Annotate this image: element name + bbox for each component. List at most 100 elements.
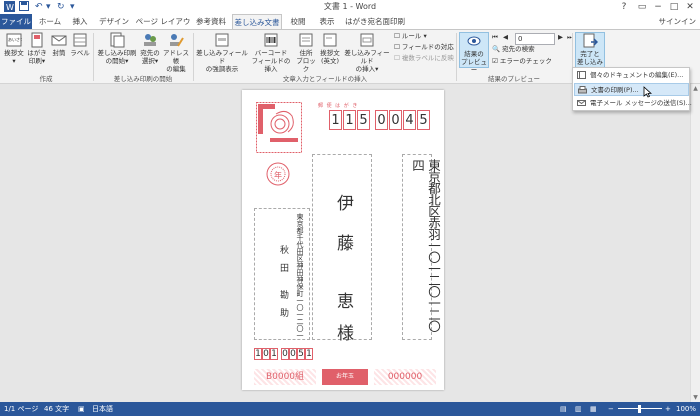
- update-labels-button: ☐ 複数ラベルに反映: [394, 54, 454, 62]
- sender-field[interactable]: 東京都千代田区神田神保町一〇一二〇一 秋 田 勘 助: [254, 208, 310, 340]
- label-icon: [73, 33, 87, 47]
- web-layout-icon[interactable]: ▦: [590, 402, 597, 416]
- group-label-create: 作成: [39, 75, 53, 83]
- sender-name: 秋 田 勘 助: [278, 245, 288, 317]
- svg-text:あいさつ: あいさつ: [8, 36, 22, 42]
- recipient-name-char: 藤: [337, 234, 354, 254]
- close-button[interactable]: ✕: [680, 0, 700, 14]
- insert-merge-field-button[interactable]: 差し込みフィールド の挿入▾: [342, 32, 392, 73]
- record-number-input[interactable]: 0: [515, 33, 555, 45]
- lottery-serial-number: 000000: [374, 369, 436, 385]
- scroll-up-icon[interactable]: ▲: [692, 85, 699, 92]
- group-separator: [456, 33, 457, 81]
- zoom-level[interactable]: 100%: [676, 402, 696, 416]
- greeting-button[interactable]: あいさつ 挨拶文▾: [3, 32, 25, 65]
- sender-postal-digit: 1: [270, 348, 278, 360]
- tab-references[interactable]: 参考資料: [193, 14, 229, 29]
- check-errors-button[interactable]: ☑ エラーのチェック: [492, 57, 552, 66]
- postal-digit: 1: [343, 110, 356, 130]
- update-labels-icon: ☐: [394, 54, 400, 62]
- zoom-slider-thumb[interactable]: [638, 405, 641, 413]
- preview-icon: [467, 36, 481, 46]
- mouse-cursor-icon: [643, 86, 652, 98]
- postal-digit: 5: [357, 110, 370, 130]
- recipient-name-char: 伊: [337, 194, 354, 214]
- recipients-icon: [144, 34, 156, 46]
- scroll-down-icon[interactable]: ▼: [692, 394, 699, 401]
- vertical-scrollbar[interactable]: ▲ ▼: [690, 84, 700, 402]
- menu-send-email[interactable]: 電子メール メッセージの送信(S)...: [574, 97, 692, 110]
- tab-insert[interactable]: 挿入: [67, 14, 93, 29]
- tab-review[interactable]: 校閲: [285, 14, 311, 29]
- word-count[interactable]: 46 文字: [44, 402, 69, 416]
- finish-merge-button[interactable]: 完了と差し込み▾: [575, 32, 605, 74]
- tab-file[interactable]: ファイル: [0, 14, 32, 29]
- greeting-icon: あいさつ: [6, 33, 22, 47]
- sender-postal-digit: 0: [262, 348, 270, 360]
- ribbon-tabs: ファイル ホーム 挿入 デザイン ページ レイアウト 参考資料 差し込み文書 校…: [0, 14, 700, 41]
- menu-edit-individual-documents[interactable]: 個々のドキュメントの編集(E)...: [574, 69, 689, 82]
- greeting-line-icon: [323, 33, 337, 47]
- tab-postcard-print[interactable]: はがき宛名面印刷: [344, 14, 406, 29]
- sign-in-link[interactable]: サインイン: [659, 14, 697, 29]
- email-icon: [577, 100, 586, 106]
- edit-documents-icon: [577, 71, 586, 79]
- postal-digit: 1: [329, 110, 342, 130]
- barcode-icon: [264, 33, 278, 47]
- preview-results-button[interactable]: 結果の プレビュー: [459, 32, 489, 74]
- sender-address: 東京都千代田区神田神保町一〇一二〇一: [296, 213, 304, 339]
- title-bar: W ↶ ▾ ↻ ▾ 文書 1 - Word ? ▭ − □ ✕: [0, 0, 700, 14]
- print-layout-icon[interactable]: ▥: [575, 402, 582, 416]
- sender-postal-digit: 1: [254, 348, 262, 360]
- postcard-page[interactable]: 年 郵 便 は が き 1 1 5 0 0 4 5 東京都北区赤羽一〇一二〇一二…: [242, 90, 444, 390]
- tab-mailings[interactable]: 差し込み文書: [232, 14, 282, 29]
- language-indicator[interactable]: 日本語: [92, 402, 113, 416]
- recipient-name-field[interactable]: 伊 藤 恵 様: [312, 154, 372, 344]
- rules-button[interactable]: ☐ ルール ▾: [394, 32, 427, 41]
- insert-barcode-field-button[interactable]: バーコード フィールドの挿入: [250, 32, 292, 73]
- recipient-name-char: 恵: [337, 292, 354, 312]
- tab-home[interactable]: ホーム: [35, 14, 65, 29]
- read-mode-icon[interactable]: ▤: [560, 402, 567, 416]
- sender-postal-digit: 0: [281, 348, 289, 360]
- previous-record-icon[interactable]: ◀: [503, 33, 508, 42]
- start-merge-icon: [110, 32, 125, 48]
- page-count[interactable]: 1/1 ページ: [4, 402, 38, 416]
- proofing-icon[interactable]: ▣: [78, 402, 85, 416]
- lottery-footer: B0000組 お年玉 000000: [250, 368, 438, 386]
- lottery-group-number: B0000組: [254, 369, 316, 385]
- menu-print-documents[interactable]: 文書の印刷(P)...: [574, 83, 689, 96]
- address-block-button[interactable]: 住所 ブロック: [294, 32, 318, 73]
- status-bar: 1/1 ページ 46 文字 ▣ 日本語 ▤ ▥ ▦ − + 100%: [0, 402, 700, 416]
- edit-list-icon: [170, 34, 184, 47]
- first-record-icon[interactable]: ⏮: [492, 33, 498, 42]
- select-recipients-button[interactable]: 宛先の 選択▾: [139, 32, 161, 65]
- postcard-print-button[interactable]: はがき 印刷▾: [26, 32, 48, 65]
- postal-code-boxes: 1 1 5 0 0 4 5: [329, 110, 433, 132]
- sender-postal-boxes: 1 0 1 0 0 5 1: [254, 348, 313, 362]
- next-record-icon[interactable]: ▶: [558, 33, 563, 42]
- recipient-address-field[interactable]: 東京都北区赤羽一〇一二〇一二〇四: [402, 154, 441, 340]
- find-recipient-button[interactable]: 🔍 宛先の検索: [492, 45, 535, 54]
- tab-view[interactable]: 表示: [314, 14, 340, 29]
- window-title: 文書 1 - Word: [323, 2, 377, 11]
- greeting-line-button[interactable]: 挨拶文 (英文): [319, 32, 341, 65]
- zoom-out-icon[interactable]: −: [608, 402, 614, 416]
- tab-page-layout[interactable]: ページ レイアウト: [135, 14, 191, 41]
- edit-recipient-list-button[interactable]: アドレス帳 の編集: [162, 32, 190, 73]
- start-mail-merge-button[interactable]: 差し込み印刷 の開始▾: [96, 32, 138, 65]
- label-button[interactable]: ラベル: [70, 32, 90, 57]
- envelope-button[interactable]: 封筒: [49, 32, 69, 57]
- zoom-in-icon[interactable]: +: [665, 402, 671, 416]
- document-area: 年 郵 便 は が き 1 1 5 0 0 4 5 東京都北区赤羽一〇一二〇一二…: [0, 84, 700, 402]
- rules-icon: ☐: [394, 32, 400, 40]
- postcard-icon: [31, 32, 43, 48]
- postal-digit: 5: [417, 110, 430, 130]
- envelope-icon: [51, 35, 67, 46]
- tab-design[interactable]: デザイン: [96, 14, 132, 29]
- help-button[interactable]: ?: [614, 0, 634, 14]
- address-block-icon: [299, 33, 313, 47]
- postal-digit: 0: [375, 110, 388, 130]
- highlight-merge-fields-button[interactable]: 差し込みフィールド の強調表示: [196, 32, 248, 73]
- match-fields-button[interactable]: ☐ フィールドの対応: [394, 43, 454, 52]
